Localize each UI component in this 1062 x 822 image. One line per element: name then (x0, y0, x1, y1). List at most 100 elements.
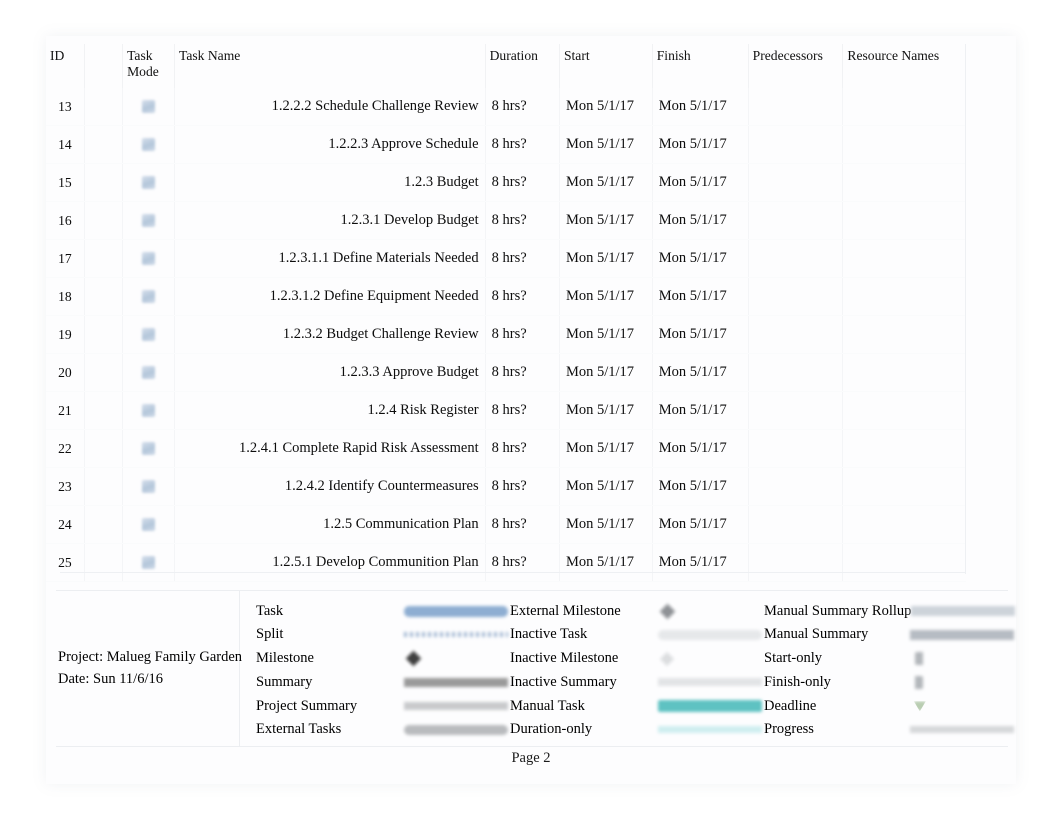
task-mode-icon (142, 556, 156, 570)
cell-task-mode[interactable] (122, 429, 175, 469)
cell-duration: 8 hrs? (485, 429, 560, 469)
task-mode-header-line2: Mode (127, 63, 159, 79)
legend-columns: Task Split Milestone Summary Project Summary… (240, 591, 1016, 746)
table-row[interactable]: 18 1.2.3.1.2 Define Equipment Needed 8 hrs… (46, 277, 966, 317)
legend-item-label: Split (256, 626, 284, 643)
legend-item-swatch-wrap (911, 602, 1016, 620)
cell-start: Mon 5/1/17 (559, 353, 653, 393)
cell-task-name: 1.2.2.2 Schedule Challenge Review (174, 88, 486, 127)
cell-indicator (84, 505, 124, 545)
table-row[interactable]: 14 1.2.2.3 Approve Schedule 8 hrs? Mon 5/1/… (46, 125, 966, 165)
cell-start: Mon 5/1/17 (559, 543, 653, 583)
task-mode-icon (142, 442, 156, 456)
table-row[interactable]: 21 1.2.4 Risk Register 8 hrs? Mon 5/1/17 Mon… (46, 391, 966, 431)
cell-task-name: 1.2.4.1 Complete Rapid Risk Assessment (174, 429, 486, 469)
column-header-resource-names[interactable]: Resource Names (843, 44, 966, 88)
cell-indicator (84, 429, 124, 469)
cell-task-mode[interactable] (122, 88, 175, 127)
cell-task-mode[interactable] (122, 125, 175, 165)
cell-task-mode[interactable] (122, 505, 175, 545)
cell-start: Mon 5/1/17 (559, 467, 653, 507)
legend-item-swatch-wrap (658, 626, 762, 644)
cell-start: Mon 5/1/17 (559, 277, 653, 317)
cell-indicator (84, 391, 124, 431)
table-row[interactable]: 22 1.2.4.1 Complete Rapid Risk Assessment… (46, 429, 966, 469)
cell-task-mode[interactable] (122, 467, 175, 507)
indicator-icon (97, 367, 109, 379)
legend-swatch-icon (658, 700, 762, 713)
cell-start: Mon 5/1/17 (559, 201, 653, 241)
column-header-id[interactable]: ID (46, 44, 85, 89)
cell-task-mode[interactable] (122, 353, 175, 393)
cell-duration: 8 hrs? (485, 391, 560, 431)
table-row[interactable]: 23 1.2.4.2 Identify Countermeasures 8 hrs?… (46, 467, 966, 507)
legend-item: Summary (256, 671, 510, 695)
cell-id: 14 (46, 125, 85, 165)
table-row[interactable]: 25 1.2.5.1 Develop Communition Plan 8 hrs?… (46, 543, 966, 583)
cell-finish: Mon 5/1/17 (652, 391, 749, 431)
cell-start: Mon 5/1/17 (559, 315, 653, 355)
cell-resource-names (842, 353, 966, 393)
column-header-duration[interactable]: Duration (485, 44, 560, 89)
cell-task-mode[interactable] (122, 239, 175, 279)
legend-item: Manual Task (510, 694, 764, 718)
cell-task-mode[interactable] (122, 277, 175, 317)
legend-item-swatch-wrap (404, 697, 508, 715)
page-number-label: Page 2 (511, 750, 551, 766)
cell-task-mode[interactable] (122, 543, 175, 583)
cell-id: 23 (46, 467, 85, 507)
cell-resource-names (842, 543, 966, 583)
column-header-indicator[interactable] (84, 44, 124, 89)
page-footer: Page 2 (0, 750, 1062, 767)
cell-id: 13 (46, 88, 85, 127)
legend-item-label: Progress (764, 721, 814, 738)
task-mode-icon (142, 138, 156, 152)
legend-swatch-icon (913, 701, 926, 712)
legend: Project: Malueg Family Garden Date: Sun … (56, 590, 1016, 747)
cell-finish: Mon 5/1/17 (652, 315, 749, 355)
print-page-canvas: ID Task Mode Task Name Duration Start Fi… (0, 0, 1062, 822)
cell-task-mode[interactable] (122, 163, 175, 203)
column-header-finish[interactable]: Finish (652, 44, 749, 89)
indicator-icon (97, 139, 109, 151)
cell-start: Mon 5/1/17 (559, 163, 653, 203)
cell-finish: Mon 5/1/17 (652, 277, 749, 317)
table-row[interactable]: 13 1.2.2.2 Schedule Challenge Review 8 hrs… (46, 88, 966, 127)
table-row[interactable]: 24 1.2.5 Communication Plan 8 hrs? Mon 5/1/… (46, 505, 966, 545)
table-row[interactable]: 16 1.2.3.1 Develop Budget 8 hrs? Mon 5/1/17… (46, 201, 966, 241)
table-row[interactable]: 15 1.2.3 Budget 8 hrs? Mon 5/1/17 Mon 5/1/17 (46, 163, 966, 203)
cell-id: 21 (46, 391, 85, 431)
cell-indicator (84, 201, 124, 241)
legend-item: External Milestone (510, 599, 764, 623)
column-header-task-name[interactable]: Task Name (174, 44, 486, 89)
cell-predecessors (748, 315, 844, 355)
legend-item-label: Summary (256, 673, 313, 690)
legend-item-label: External Tasks (256, 721, 342, 738)
task-mode-icon (142, 404, 156, 418)
cell-predecessors (748, 353, 844, 393)
column-header-task-mode[interactable]: Task Mode (122, 44, 175, 89)
cell-task-mode[interactable] (122, 315, 175, 355)
legend-item: Start-only (764, 647, 1014, 671)
indicator-icon (97, 481, 109, 493)
table-row[interactable]: 17 1.2.3.1.1 Define Materials Needed 8 hrs… (46, 239, 966, 279)
column-header-predecessors[interactable]: Predecessors (748, 44, 844, 89)
column-header-start[interactable]: Start (559, 44, 653, 89)
cell-finish: Mon 5/1/17 (652, 467, 749, 507)
legend-item-swatch-wrap (404, 626, 508, 644)
cell-task-mode[interactable] (122, 201, 175, 241)
legend-swatch-icon (914, 675, 923, 689)
task-mode-icon (142, 366, 156, 380)
indicator-icon (97, 405, 109, 417)
cell-resource-names (842, 391, 966, 431)
indicator-icon (97, 291, 109, 303)
legend-item: Inactive Summary (510, 671, 764, 695)
legend-swatch-icon (658, 629, 762, 640)
table-header: ID Task Mode Task Name Duration Start Fi… (46, 44, 966, 89)
cell-task-mode[interactable] (122, 391, 175, 431)
cell-task-name: 1.2.3.1 Develop Budget (174, 201, 486, 241)
task-mode-icon (142, 290, 156, 304)
table-row[interactable]: 19 1.2.3.2 Budget Challenge Review 8 hrs? M… (46, 315, 966, 355)
cell-task-name: 1.2.3 Budget (174, 163, 486, 203)
table-row[interactable]: 20 1.2.3.3 Approve Budget 8 hrs? Mon 5/1/17… (46, 353, 966, 393)
